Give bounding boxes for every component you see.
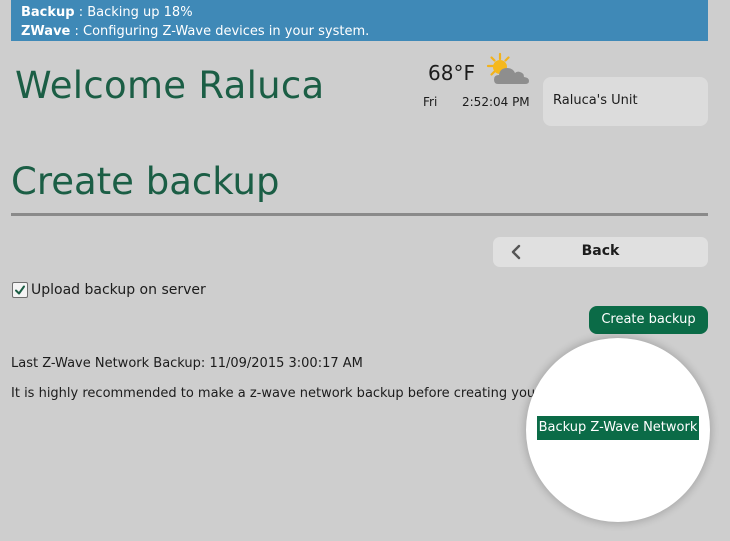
welcome-heading: Welcome Raluca (15, 64, 325, 107)
status-zwave-line: ZWave : Configuring Z-Wave devices in yo… (21, 22, 708, 41)
title-divider (11, 213, 708, 216)
status-zwave-value: : Configuring Z-Wave devices in your sys… (70, 24, 370, 39)
temperature: 68°F (428, 61, 475, 85)
status-bar: Backup : Backing up 18% ZWave : Configur… (11, 0, 708, 41)
highlight-spotlight: Backup Z-Wave Network (532, 344, 704, 516)
back-label: Back (581, 243, 620, 259)
status-backup-value: : Backing up 18% (74, 5, 193, 20)
clock-time: 2:52:04 PM (462, 95, 530, 109)
last-backup-info: Last Z-Wave Network Backup: 11/09/2015 3… (11, 356, 363, 371)
partly-cloudy-icon (484, 52, 532, 92)
back-button[interactable]: Back (493, 237, 708, 267)
upload-checkbox[interactable] (12, 282, 28, 298)
page-title: Create backup (11, 160, 280, 203)
unit-name: Raluca's Unit (553, 93, 638, 108)
status-zwave-key: ZWave (21, 24, 71, 39)
unit-selector[interactable]: Raluca's Unit (543, 77, 708, 126)
upload-option: Upload backup on server (12, 282, 206, 298)
spotlight-area: Backup Z-Wave Network (532, 344, 704, 516)
status-backup-line: Backup : Backing up 18% (21, 3, 708, 22)
create-backup-button[interactable]: Create backup (589, 306, 708, 334)
checkmark-icon (15, 285, 25, 295)
day-of-week: Fri (423, 95, 438, 109)
upload-label: Upload backup on server (31, 282, 206, 298)
backup-zwave-network-button[interactable]: Backup Z-Wave Network (537, 416, 699, 440)
status-backup-key: Backup (21, 5, 75, 20)
